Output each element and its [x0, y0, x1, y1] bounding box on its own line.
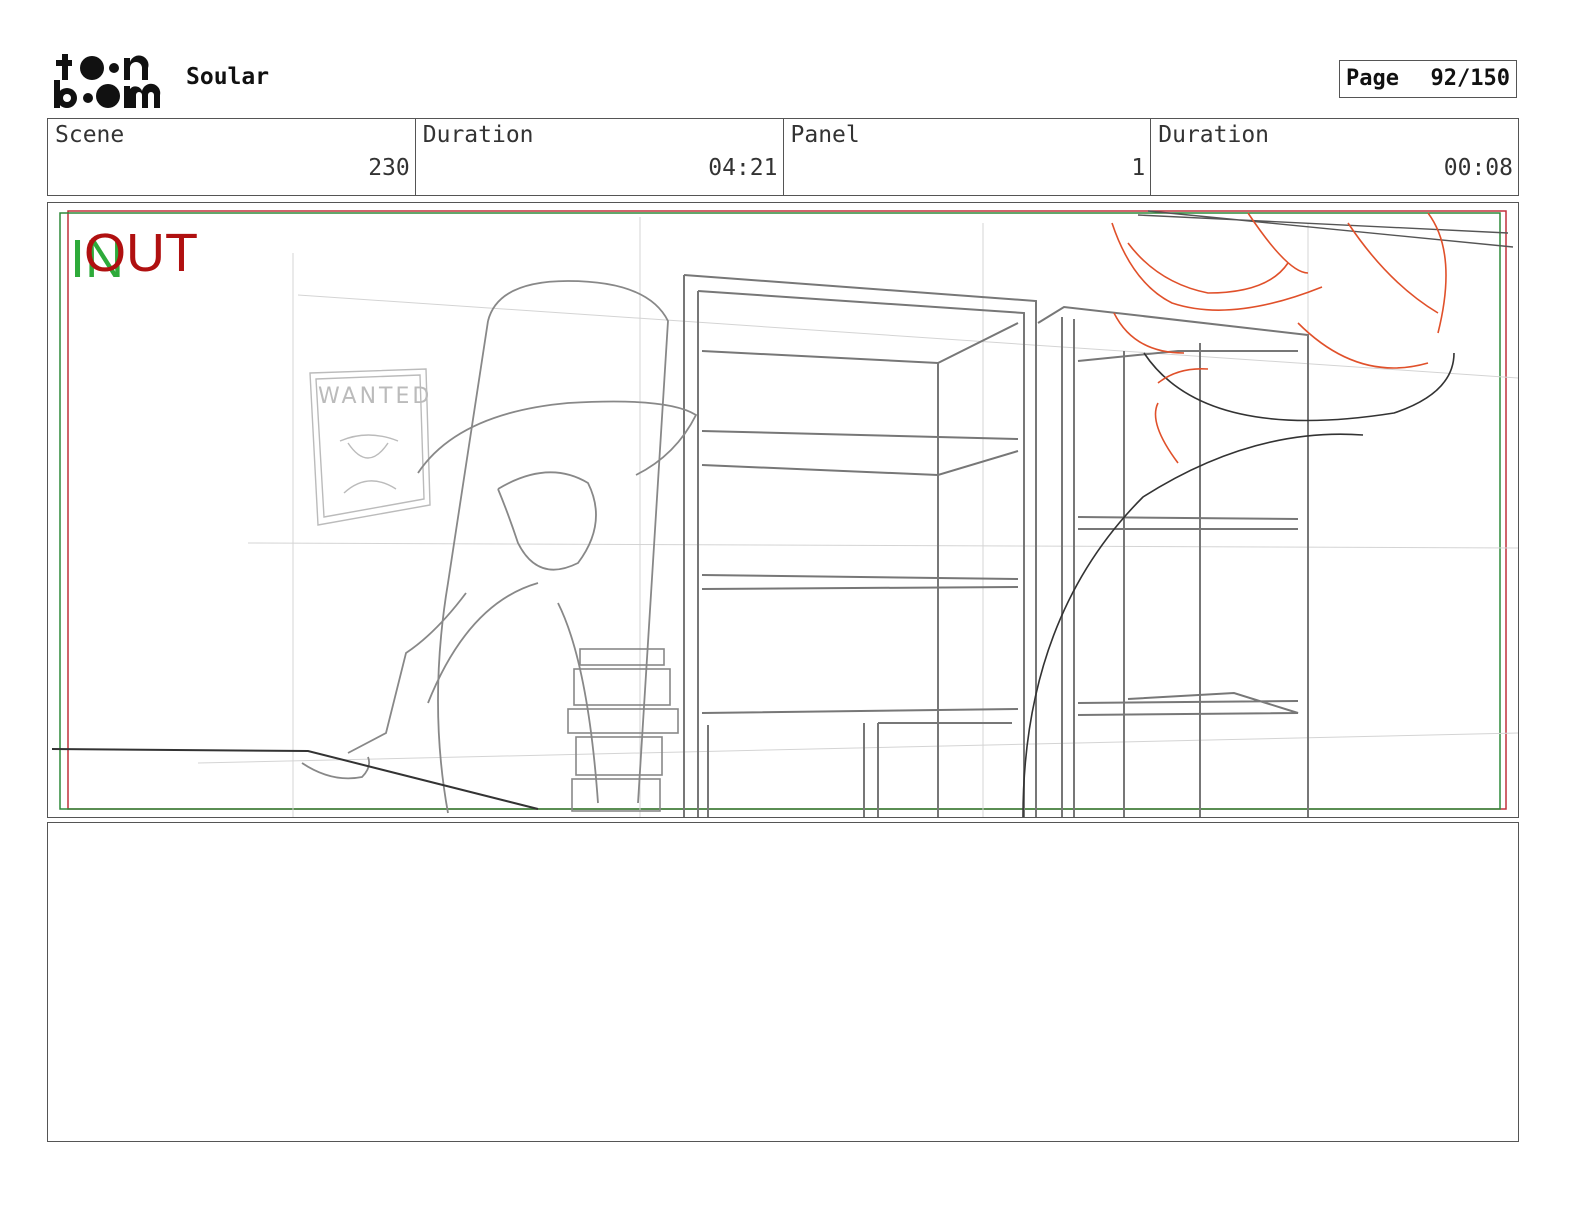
- panel-label: Panel: [790, 122, 860, 148]
- page-number: 92/150: [1430, 66, 1510, 91]
- panel-value: 1: [1131, 155, 1146, 181]
- scene-value: 230: [368, 155, 410, 181]
- panel-sketch: WANTED IN OUT: [51, 210, 1518, 817]
- panel-cell: Panel 1: [784, 119, 1152, 195]
- scene-duration-value: 04:21: [708, 155, 778, 181]
- poster-text: WANTED: [318, 384, 432, 409]
- scene-label: Scene: [55, 122, 125, 148]
- project-title: Soular: [186, 64, 270, 90]
- scene-duration-label: Duration: [422, 122, 534, 148]
- page-label: Page: [1346, 66, 1399, 91]
- panel-duration-value: 00:08: [1443, 155, 1513, 181]
- scene-info-row: Scene 230 Duration 04:21 Panel 1 Duratio…: [47, 118, 1519, 196]
- scene-cell: Scene 230: [48, 119, 416, 195]
- storyboard-panel-image: WANTED IN OUT: [47, 202, 1519, 818]
- panel-duration-cell: Duration 00:08: [1151, 119, 1518, 195]
- panel-notes-box[interactable]: [47, 822, 1519, 1142]
- out-marker: OUT: [84, 223, 198, 283]
- panel-duration-label: Duration: [1158, 122, 1270, 148]
- scene-duration-cell: Duration 04:21: [416, 119, 784, 195]
- toonboom-logo: [52, 50, 164, 112]
- page-indicator: Page 92/150: [1339, 60, 1517, 98]
